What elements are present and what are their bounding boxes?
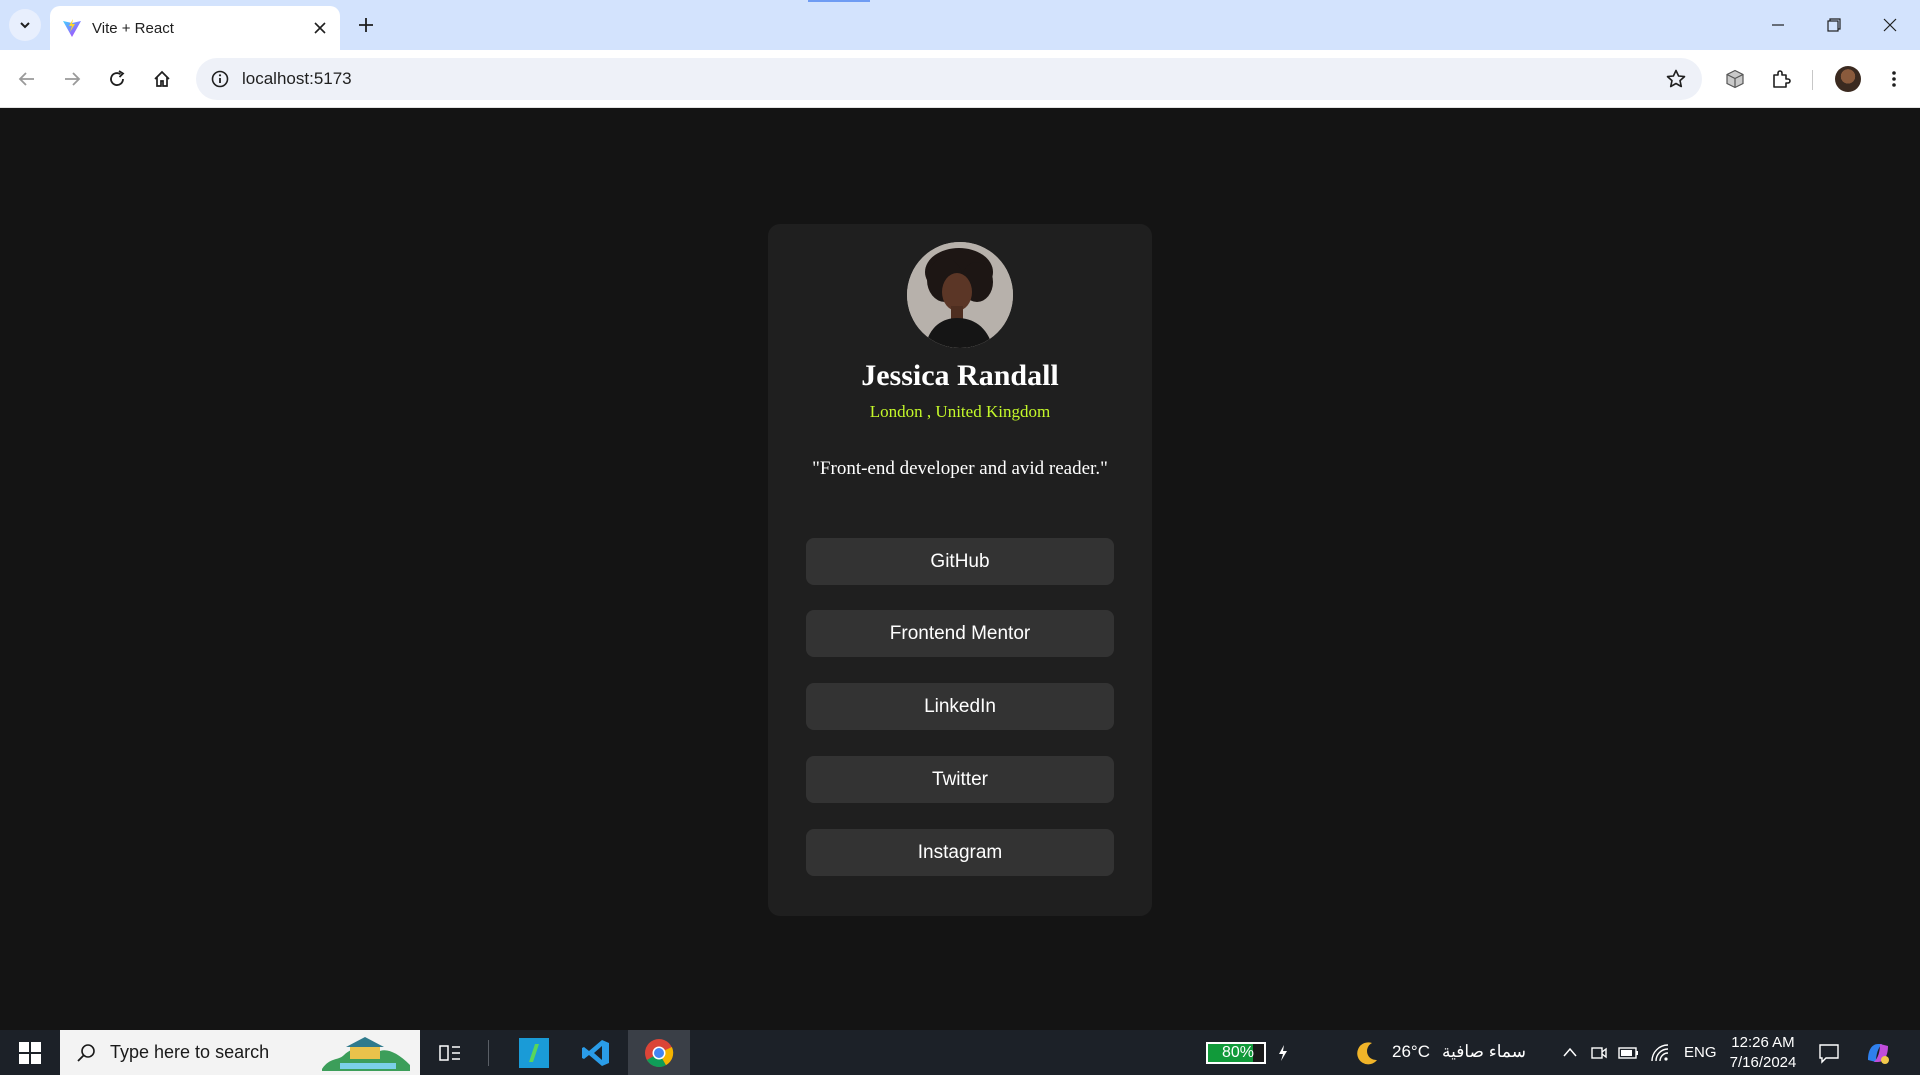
home-button[interactable] <box>144 61 180 97</box>
restore-button[interactable] <box>1806 0 1862 50</box>
profile-avatar-image <box>907 242 1013 348</box>
portrait-image <box>907 242 1013 348</box>
back-button[interactable] <box>9 61 45 97</box>
battery-percent: 80% <box>1221 1044 1255 1061</box>
battery-indicator[interactable]: 80% <box>1206 1042 1266 1064</box>
search-highlight-icon <box>322 1036 410 1071</box>
chrome-icon <box>645 1038 674 1067</box>
bookmark-button[interactable] <box>1660 63 1692 95</box>
taskbar-search-box[interactable]: Type here to search <box>60 1030 420 1075</box>
browser-toolbar: localhost:5173 <box>0 50 1920 108</box>
restore-icon <box>1827 18 1841 32</box>
battery-icon[interactable] <box>1618 1045 1640 1061</box>
profile-bio: "Front-end developer and avid reader." <box>812 458 1108 479</box>
windows-logo-icon <box>19 1041 41 1064</box>
close-icon <box>314 22 326 34</box>
browser-tab-bar: Vite + React <box>0 0 1920 50</box>
copilot-icon[interactable] <box>1864 1040 1892 1066</box>
home-icon <box>154 70 170 87</box>
close-window-button[interactable] <box>1862 0 1918 50</box>
more-vertical-icon <box>1892 71 1896 87</box>
chevron-up-icon[interactable] <box>1562 1046 1578 1058</box>
reload-button[interactable] <box>99 61 135 97</box>
star-icon <box>1666 69 1686 88</box>
wifi-icon[interactable] <box>1650 1043 1670 1063</box>
meet-now-icon[interactable] <box>1590 1044 1608 1062</box>
arrow-right-icon <box>65 72 81 86</box>
weather-temperature[interactable]: 26°C <box>1392 1042 1430 1062</box>
start-button[interactable] <box>0 1030 60 1075</box>
url-text[interactable]: localhost:5173 <box>242 58 352 100</box>
vscode-button[interactable] <box>570 1030 622 1075</box>
profile-card: Jessica Randall London , United Kingdom … <box>768 224 1152 916</box>
new-tab-button[interactable] <box>350 9 382 41</box>
chrome-button[interactable] <box>628 1030 690 1075</box>
search-icon <box>77 1043 95 1062</box>
moon-weather-icon <box>1357 1042 1377 1065</box>
vite-logo-icon <box>63 19 81 37</box>
clock[interactable]: 12:26 AM 7/16/2024 <box>1720 1033 1806 1073</box>
twitter-link-button[interactable]: Twitter <box>806 756 1114 803</box>
vscode-icon <box>582 1039 609 1066</box>
profile-location: London , United Kingdom <box>869 402 1051 421</box>
reload-icon <box>110 70 125 86</box>
tab-title: Vite + React <box>92 19 174 37</box>
taskbar: Type here to search 80% 26°C سماء صافية <box>0 1030 1920 1075</box>
github-link-button[interactable]: GitHub <box>806 538 1114 585</box>
tab-indicator <box>808 0 870 2</box>
task-view-icon <box>439 1044 460 1061</box>
app-button-green[interactable] <box>508 1030 560 1075</box>
plus-icon <box>359 18 373 32</box>
tab-close-button[interactable] <box>306 14 334 42</box>
cube-icon <box>1726 69 1744 89</box>
app-icon <box>519 1037 549 1068</box>
clock-date: 7/16/2024 <box>1729 1054 1797 1071</box>
frontend-mentor-link-button[interactable]: Frontend Mentor <box>806 610 1114 657</box>
extensions-menu-button[interactable] <box>1763 61 1799 97</box>
info-icon <box>211 70 229 88</box>
linkedin-link-button[interactable]: LinkedIn <box>806 683 1114 730</box>
site-info-button[interactable] <box>204 63 236 95</box>
tab-search-button[interactable] <box>9 9 41 41</box>
puzzle-icon <box>1773 70 1791 88</box>
browser-tab[interactable]: Vite + React <box>50 6 340 50</box>
page-content: Jessica Randall London , United Kingdom … <box>0 109 1920 1030</box>
profile-avatar[interactable] <box>1835 66 1861 92</box>
notification-icon[interactable] <box>1818 1042 1840 1064</box>
minimize-icon <box>1772 24 1784 26</box>
taskbar-divider <box>486 1030 490 1075</box>
language-indicator[interactable]: ENG <box>1684 1044 1717 1061</box>
weather-description[interactable]: سماء صافية <box>1442 1042 1532 1062</box>
toolbar-divider <box>1812 70 1813 90</box>
instagram-link-button[interactable]: Instagram <box>806 829 1114 876</box>
chevron-down-icon <box>20 22 30 29</box>
forward-button[interactable] <box>54 61 90 97</box>
arrow-left-icon <box>18 72 34 86</box>
close-icon <box>1883 18 1897 32</box>
profile-name: Jessica Randall <box>861 359 1059 392</box>
clock-time: 12:26 AM <box>1731 1034 1795 1051</box>
address-bar[interactable]: localhost:5173 <box>196 58 1702 100</box>
browser-menu-button[interactable] <box>1876 61 1912 97</box>
minimize-button[interactable] <box>1750 0 1806 50</box>
task-view-button[interactable] <box>430 1030 470 1075</box>
search-placeholder: Type here to search <box>110 1042 270 1062</box>
battery-charging-icon <box>1279 1045 1287 1061</box>
extension-button[interactable] <box>1717 61 1753 97</box>
